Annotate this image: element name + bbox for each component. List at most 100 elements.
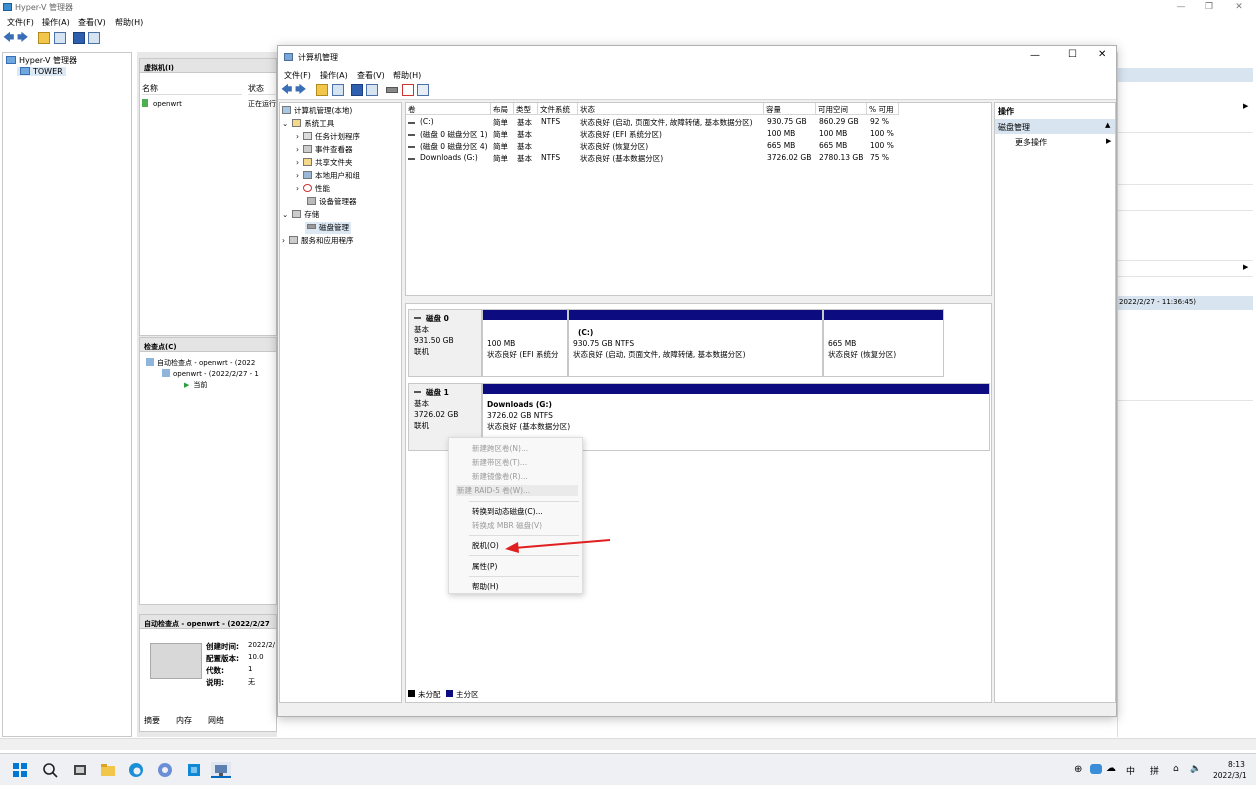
cm-minimize-button[interactable]: —	[1030, 50, 1040, 61]
cm-menu-help[interactable]: 帮助(H)	[393, 70, 421, 81]
tray-app-icon[interactable]	[1090, 764, 1102, 774]
ime-pinyin[interactable]: 拼	[1150, 764, 1159, 777]
hyperv-maximize-button[interactable]: ❐	[1192, 0, 1226, 14]
col-volume[interactable]: 卷	[406, 103, 491, 115]
hyperv-close-button[interactable]: ✕	[1222, 0, 1256, 14]
help-icon[interactable]	[73, 32, 85, 44]
clock-time[interactable]: 8:13	[1228, 760, 1245, 769]
disk0-partition-c[interactable]: (C:) 930.75 GB NTFS 状态良好 (启动, 页面文件, 故障转储…	[568, 309, 823, 377]
volume-free: 860.29 GB	[819, 117, 859, 126]
hyperv-tree-root[interactable]: Hyper-V 管理器	[6, 55, 77, 66]
search-icon[interactable]	[42, 762, 58, 778]
ctx-help[interactable]: 帮助(H)	[472, 581, 499, 592]
hyperv-tree-host[interactable]: TOWER	[17, 67, 66, 76]
store-icon[interactable]	[157, 762, 173, 778]
actions-more[interactable]: 更多操作	[1015, 137, 1047, 148]
list-view-icon[interactable]	[417, 84, 429, 96]
ctx-new-raid5[interactable]: 新建 RAID-5 卷(W)...	[456, 485, 578, 496]
edge-icon[interactable]	[128, 762, 144, 778]
back-arrow-icon[interactable]: 🡄	[281, 84, 293, 96]
tree-event-viewer[interactable]: › 事件查看器	[296, 144, 353, 156]
cm-menu-action[interactable]: 操作(A)	[320, 70, 348, 81]
hyperv-menu-file[interactable]: 文件(F)	[7, 17, 34, 28]
hyperv-menu-help[interactable]: 帮助(H)	[115, 17, 143, 28]
file-explorer-icon[interactable]	[100, 762, 116, 778]
console-tree-icon[interactable]	[332, 84, 344, 96]
ctx-offline[interactable]: 脱机(O)	[472, 540, 499, 551]
tree-device-manager[interactable]: 设备管理器	[307, 196, 357, 208]
ctx-convert-mbr[interactable]: 转换成 MBR 磁盘(V)	[472, 520, 542, 531]
ime-mode[interactable]: 中	[1126, 764, 1135, 777]
volume-row[interactable]: (磁盘 0 磁盘分区 1) 简单 基本 状态良好 (EFI 系统分区) 100 …	[406, 129, 991, 141]
vm-col-name[interactable]: 名称	[142, 83, 242, 95]
col-pct-free[interactable]: % 可用	[867, 103, 899, 115]
checkpoint-label: openwrt - (2022/2/27 - 1	[173, 370, 259, 378]
col-free[interactable]: 可用空间	[816, 103, 867, 115]
back-arrow-icon[interactable]: 🡄	[3, 32, 15, 44]
tree-shared-folders[interactable]: › 共享文件夹	[296, 157, 353, 169]
col-type[interactable]: 类型	[514, 103, 538, 115]
tree-performance[interactable]: › 性能	[296, 183, 330, 195]
forward-arrow-icon[interactable]: 🡆	[295, 84, 307, 96]
ctx-new-spanned[interactable]: 新建跨区卷(N)...	[472, 443, 528, 454]
tree-task-scheduler[interactable]: › 任务计划程序	[296, 131, 360, 143]
action-divider	[1118, 260, 1253, 261]
help-icon[interactable]	[351, 84, 363, 96]
tab-summary[interactable]: 摘要	[144, 715, 160, 726]
tree-local-users[interactable]: › 本地用户和组	[296, 170, 360, 182]
tree-root[interactable]: 计算机管理(本地)	[282, 105, 352, 117]
disk0-label[interactable]: 磁盘 0 基本 931.50 GB 联机	[408, 309, 482, 377]
ctx-properties[interactable]: 属性(P)	[472, 561, 497, 572]
cm-menu-view[interactable]: 查看(V)	[357, 70, 385, 81]
hyperv-menu-view[interactable]: 查看(V)	[78, 17, 106, 28]
start-icon[interactable]	[12, 762, 28, 778]
checkpoint-now[interactable]: ▶ 当前	[184, 380, 207, 390]
actions-section-header[interactable]: 磁盘管理 ▲	[995, 119, 1115, 134]
tree-services[interactable]: › 服务和应用程序	[282, 235, 354, 247]
hyperv-menu-action[interactable]: 操作(A)	[42, 17, 70, 28]
tree-system-tools[interactable]: ⌄ 系统工具	[282, 118, 334, 130]
network-globe-icon[interactable]: ⊕	[1074, 764, 1082, 775]
cm-close-button[interactable]: ✕	[1098, 49, 1106, 60]
submenu-arrow-icon: ▶	[1243, 102, 1249, 110]
ctx-new-striped[interactable]: 新建带区卷(T)...	[472, 457, 527, 468]
up-folder-icon[interactable]	[38, 32, 50, 44]
disk-icon[interactable]	[386, 87, 398, 93]
volume-icon[interactable]: 🔈	[1190, 764, 1201, 774]
actions-header-checkpoint[interactable]: 2022/2/27 - 11:36:45)	[1118, 296, 1253, 310]
col-capacity[interactable]: 容量	[764, 103, 816, 115]
col-layout[interactable]: 布局	[491, 103, 514, 115]
detail-note-label: 说明:	[206, 678, 224, 687]
tree-disk-management[interactable]: 磁盘管理	[305, 222, 351, 234]
action-pane-icon[interactable]	[88, 32, 100, 44]
network-icon[interactable]: ⌂	[1173, 764, 1179, 774]
up-folder-icon[interactable]	[316, 84, 328, 96]
disk0-partition-recovery[interactable]: 665 MB 状态良好 (恢复分区)	[823, 309, 944, 377]
actions-header-host[interactable]	[1118, 68, 1253, 82]
task-view-icon[interactable]	[72, 762, 88, 778]
vm-row[interactable]: openwrt 正在运行	[142, 99, 278, 108]
volume-row[interactable]: (C:) 简单 基本 NTFS 状态良好 (启动, 页面文件, 故障转储, 基本…	[406, 117, 991, 129]
console-tree-icon[interactable]	[54, 32, 66, 44]
cloud-icon[interactable]: ☁	[1106, 763, 1116, 774]
action-pane-icon[interactable]	[366, 84, 378, 96]
ctx-new-mirrored[interactable]: 新建镜像卷(R)...	[472, 471, 528, 482]
disk0-partition-efi[interactable]: 100 MB 状态良好 (EFI 系统分	[482, 309, 568, 377]
forward-arrow-icon[interactable]: 🡆	[17, 32, 29, 44]
cm-maximize-button[interactable]: ☐	[1068, 49, 1077, 60]
checkpoint-item[interactable]: openwrt - (2022/2/27 - 1	[162, 369, 259, 378]
volume-row[interactable]: (磁盘 0 磁盘分区 4) 简单 基本 状态良好 (恢复分区) 665 MB 6…	[406, 141, 991, 153]
tab-memory[interactable]: 内存	[176, 715, 192, 726]
tree-storage[interactable]: ⌄ 存储	[282, 209, 319, 221]
checkpoint-item[interactable]: 自动检查点 - openwrt - (2022	[146, 358, 255, 368]
ctx-convert-dynamic[interactable]: 转换到动态磁盘(C)...	[472, 506, 543, 517]
clock-date[interactable]: 2022/3/1	[1213, 771, 1247, 780]
tab-network[interactable]: 网络	[208, 715, 224, 726]
properties-icon[interactable]	[402, 84, 414, 96]
computer-management-taskbar-icon[interactable]	[211, 762, 231, 778]
cm-menu-file[interactable]: 文件(F)	[284, 70, 311, 81]
app-icon[interactable]	[186, 762, 202, 778]
col-filesystem[interactable]: 文件系统	[538, 103, 578, 115]
volume-row[interactable]: Downloads (G:) 简单 基本 NTFS 状态良好 (基本数据分区) …	[406, 153, 991, 165]
col-status[interactable]: 状态	[578, 103, 764, 115]
